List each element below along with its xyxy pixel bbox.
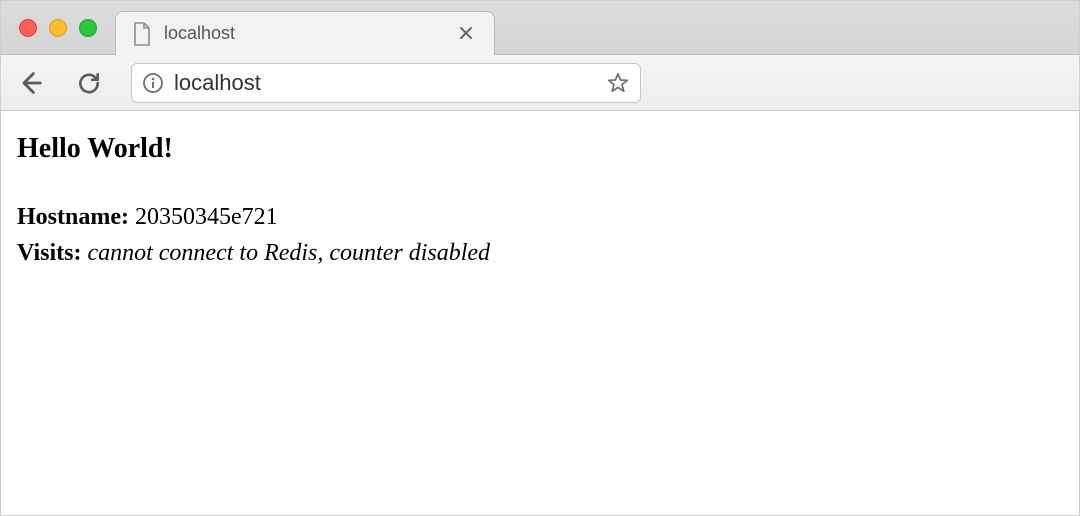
site-info-icon[interactable]	[142, 72, 164, 94]
close-icon[interactable]	[454, 21, 478, 47]
visits-value: cannot connect to Redis, counter disable…	[87, 240, 490, 266]
browser-window: localhost	[0, 0, 1080, 516]
url-text: localhost	[174, 70, 596, 96]
back-button[interactable]	[15, 67, 47, 99]
visits-label: Visits:	[17, 240, 81, 266]
address-bar[interactable]: localhost	[131, 63, 641, 103]
hostname-value: 20350345e721	[135, 204, 278, 230]
window-maximize-button[interactable]	[79, 19, 97, 37]
tabstrip-empty	[495, 10, 1079, 54]
browser-toolbar: localhost	[1, 55, 1079, 111]
hostname-line: Hostname: 20350345e721	[17, 199, 1063, 235]
page-heading: Hello World!	[17, 133, 1063, 165]
bookmark-star-icon[interactable]	[606, 71, 630, 95]
hostname-label: Hostname:	[17, 204, 129, 230]
tab-strip: localhost	[1, 1, 1079, 55]
visits-line: Visits: cannot connect to Redis, counter…	[17, 235, 1063, 271]
window-close-button[interactable]	[19, 19, 37, 37]
file-icon	[132, 22, 152, 46]
tab-title: localhost	[164, 23, 442, 44]
window-controls	[1, 1, 115, 54]
reload-button[interactable]	[73, 67, 105, 99]
page-content: Hello World! Hostname: 20350345e721 Visi…	[1, 111, 1079, 515]
browser-tab[interactable]: localhost	[115, 11, 495, 55]
window-minimize-button[interactable]	[49, 19, 67, 37]
